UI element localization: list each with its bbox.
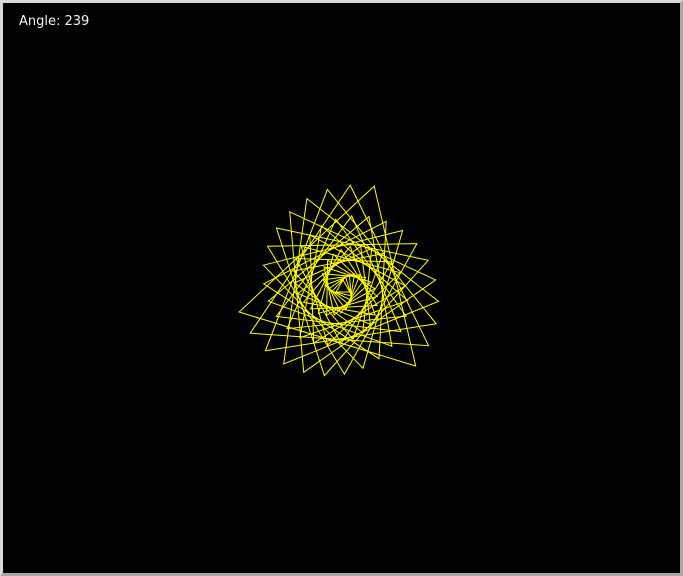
drawing-window: Angle: 239 <box>0 0 683 576</box>
drawing-canvas <box>238 184 440 377</box>
